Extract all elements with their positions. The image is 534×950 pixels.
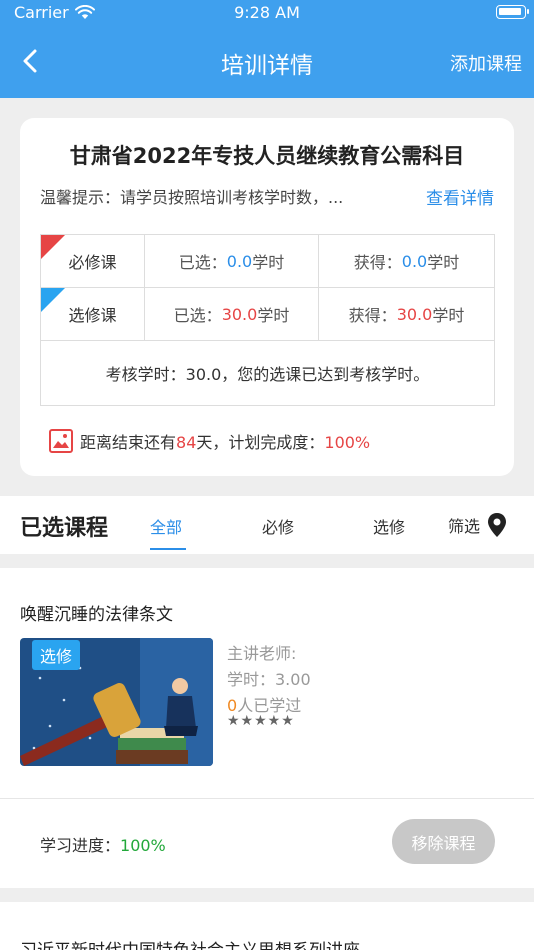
course-thumbnail[interactable]: 选修	[20, 638, 213, 766]
view-details-link[interactable]: 查看详情	[426, 184, 494, 209]
tab-required[interactable]: 必修	[262, 514, 294, 538]
tip-text: 温馨提示：请学员按照培训考核学时数，...	[40, 188, 344, 207]
add-course-button[interactable]: 添加课程	[450, 50, 522, 76]
training-title: 甘肃省2022年专技人员继续教育公需科目	[69, 144, 465, 168]
deadline-suffix: 天，计划完成度：	[196, 433, 325, 452]
elective-earned-prefix: 获得：	[348, 306, 397, 325]
teacher-label: 主讲老师:	[227, 644, 297, 663]
filter-label: 筛选	[448, 517, 481, 536]
divider	[0, 798, 534, 799]
credit-hours-table: 必修课 已选： 0.0 学时 获得： 0.0 学时 选修课 已选： 30.0 学时 获得： 3…	[40, 234, 495, 406]
required-selected-unit: 学时	[252, 253, 285, 272]
location-pin-icon	[488, 513, 507, 537]
required-course-row: 必修课 已选： 0.0 学时 获得： 0.0 学时	[41, 235, 494, 288]
elective-corner-marker	[41, 288, 65, 312]
required-label-cell: 必修课	[41, 235, 145, 287]
elective-earned-unit: 学时	[432, 306, 465, 325]
status-time: 9:28 AM	[234, 3, 300, 22]
active-tab-indicator	[150, 548, 186, 550]
calendar-image-icon	[49, 429, 73, 453]
required-earned-value: 0.0	[401, 251, 428, 271]
required-selected-prefix: 已选：	[178, 253, 227, 272]
learning-progress: 学习进度：100%	[40, 832, 166, 856]
course-card[interactable]: 习近平新时代中国特色社会主义思想系列讲座	[0, 902, 534, 950]
selected-courses-header: 已选课程 全部 必修 选修 筛选	[0, 496, 534, 554]
status-bar: Carrier 9:28 AM	[0, 0, 534, 26]
battery-icon	[496, 5, 529, 19]
elective-earned-value: 30.0	[396, 304, 433, 324]
required-selected-cell: 已选： 0.0 学时	[145, 235, 319, 287]
completion-value: 100%	[324, 433, 371, 452]
assessment-row: 考核学时：30.0，您的选课已达到考核学时。	[41, 341, 494, 405]
progress-label: 学习进度：	[40, 836, 121, 855]
deadline-prefix: 距离结束还有	[80, 433, 177, 452]
course-title[interactable]: 习近平新时代中国特色社会主义思想系列讲座	[20, 936, 360, 950]
tab-all[interactable]: 全部	[150, 514, 182, 538]
deadline-days: 84	[176, 433, 197, 452]
required-corner-marker	[41, 235, 65, 259]
training-summary-card: 甘肃省2022年专技人员继续教育公需科目 温馨提示：请学员按照培训考核学时数，.…	[20, 118, 514, 476]
rating-stars: ★★★★★	[227, 713, 295, 729]
elective-selected-cell: 已选： 30.0 学时	[145, 288, 319, 340]
elective-badge: 选修	[32, 640, 81, 670]
elective-selected-unit: 学时	[257, 306, 290, 325]
required-earned-cell: 获得： 0.0 学时	[319, 235, 494, 287]
tab-elective[interactable]: 选修	[373, 514, 405, 538]
elective-selected-value: 30.0	[221, 304, 258, 324]
elective-label-cell: 选修课	[41, 288, 145, 340]
deadline-info: 距离结束还有84天，计划完成度：100%	[48, 428, 370, 454]
course-card[interactable]: 唤醒沉睡的法律条文 选修 主讲老师: 学时：3.00 0人已学过 ★★★★★ 学…	[0, 568, 534, 888]
assessment-text: 考核学时：30.0，您的选课已达到考核学时。	[105, 365, 430, 384]
elective-earned-cell: 获得： 30.0 学时	[319, 288, 494, 340]
required-earned-prefix: 获得：	[353, 253, 402, 272]
filter-button[interactable]: 筛选	[448, 512, 508, 538]
remove-course-button[interactable]: 移除课程	[392, 819, 495, 864]
app-header: Carrier 9:28 AM 培训详情 添加课程	[0, 0, 534, 98]
progress-value: 100%	[120, 836, 166, 855]
required-earned-unit: 学时	[427, 253, 460, 272]
course-title[interactable]: 唤醒沉睡的法律条文	[20, 600, 173, 625]
course-hours: 学时：3.00	[227, 670, 311, 689]
elective-label: 选修课	[68, 306, 117, 325]
required-label: 必修课	[68, 253, 117, 272]
required-selected-value: 0.0	[226, 251, 253, 271]
section-title: 已选课程	[20, 516, 109, 541]
elective-selected-prefix: 已选：	[173, 306, 222, 325]
elective-course-row: 选修课 已选： 30.0 学时 获得： 30.0 学时	[41, 288, 494, 341]
